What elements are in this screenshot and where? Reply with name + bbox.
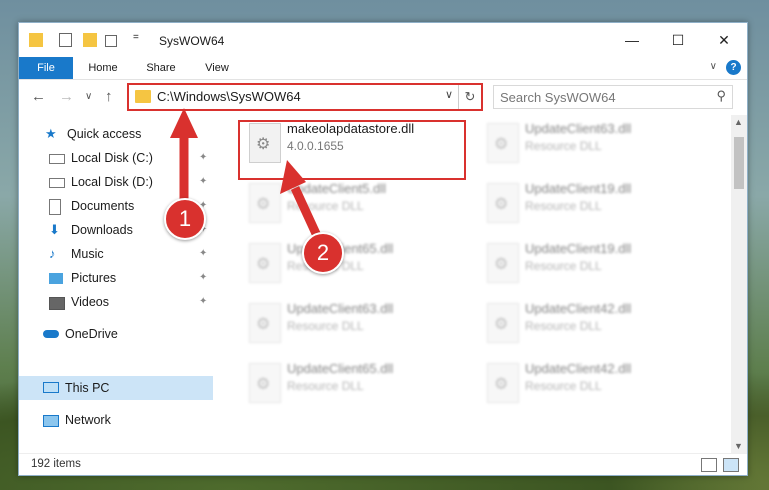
arrow-2-shaft [290,186,323,240]
annotation-overlay [170,108,323,240]
callout-badge-1: 1 [164,198,206,240]
arrow-1-head [170,108,198,138]
arrow-2-head [280,160,306,194]
callout-badge-2: 2 [302,232,344,274]
